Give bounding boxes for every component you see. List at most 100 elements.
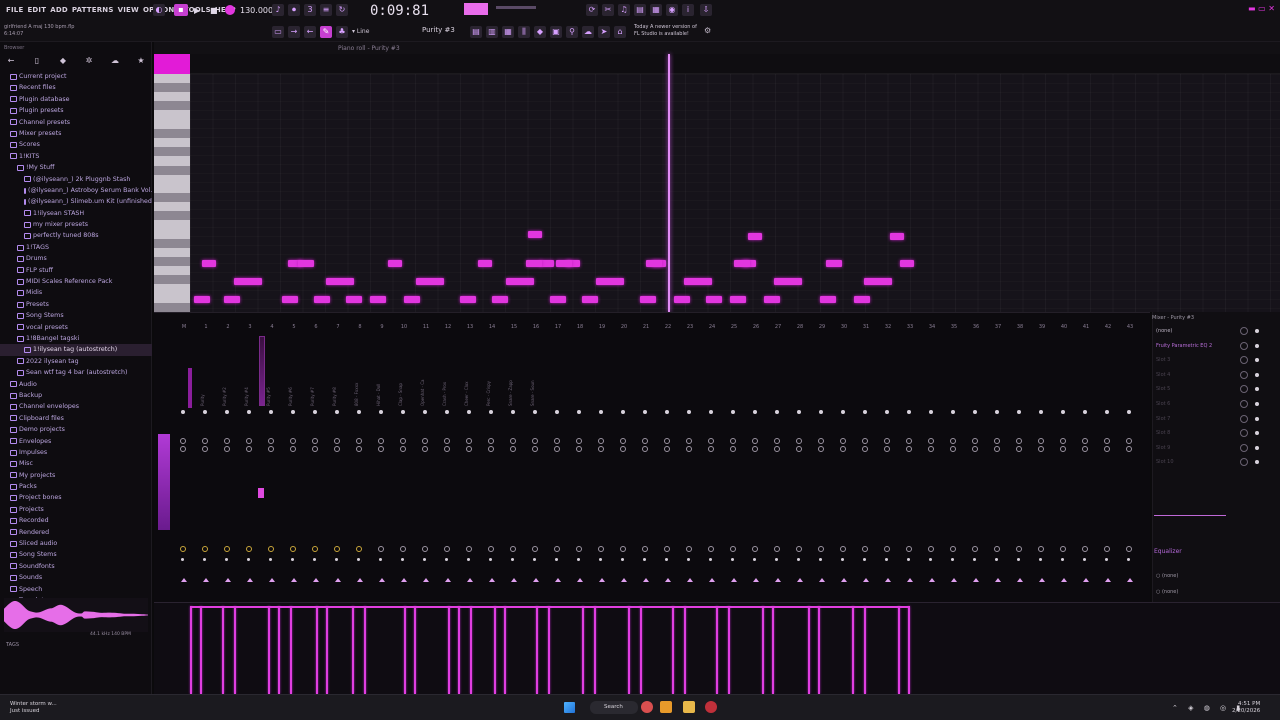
send-knob[interactable]: [1038, 546, 1044, 552]
line-mode[interactable]: ▾ Line: [352, 28, 369, 35]
route-button[interactable]: [885, 558, 888, 561]
route-arrow-icon[interactable]: [379, 578, 385, 582]
route-button[interactable]: [797, 558, 800, 561]
send-knob[interactable]: [972, 546, 978, 552]
mixer-strip[interactable]: Snare - Soun: [526, 336, 546, 598]
route-arrow-icon[interactable]: [885, 578, 891, 582]
browser-item[interactable]: Plugin presets: [0, 105, 152, 116]
pattern-selector[interactable]: Purity #3: [422, 26, 455, 34]
stereo-knob[interactable]: [642, 446, 648, 452]
route-button[interactable]: [247, 558, 250, 561]
route-button[interactable]: [643, 558, 646, 561]
slot-enable-button[interactable]: [1255, 445, 1259, 450]
mute-button[interactable]: [995, 410, 999, 414]
pan-knob[interactable]: [818, 438, 824, 444]
route-arrow-icon[interactable]: [401, 578, 407, 582]
route-button[interactable]: [467, 558, 470, 561]
send-knob[interactable]: [884, 546, 890, 552]
note[interactable]: [734, 260, 750, 267]
pan-knob[interactable]: [708, 438, 714, 444]
route-button[interactable]: [401, 558, 404, 561]
route-button[interactable]: [599, 558, 602, 561]
send-knob[interactable]: [1104, 546, 1110, 552]
mute-button[interactable]: [203, 410, 207, 414]
mute-button[interactable]: [599, 410, 603, 414]
mixer-strip[interactable]: [548, 336, 568, 598]
mixer-strip[interactable]: [900, 336, 920, 598]
route-button[interactable]: [577, 558, 580, 561]
route-button[interactable]: [379, 558, 382, 561]
touch-keyboard-icon[interactable]: ⚲: [566, 26, 578, 38]
pan-knob[interactable]: [378, 438, 384, 444]
route-button[interactable]: [775, 558, 778, 561]
view-mixer-icon[interactable]: ⫼: [518, 26, 530, 38]
pan-knob[interactable]: [730, 438, 736, 444]
route-arrow-icon[interactable]: [1017, 578, 1023, 582]
send-slot-1[interactable]: ○ (none): [1156, 571, 1266, 581]
note[interactable]: [900, 260, 914, 267]
route-button[interactable]: [841, 558, 844, 561]
mute-button[interactable]: [1083, 410, 1087, 414]
time-display[interactable]: 0:09:81: [370, 3, 429, 19]
route-button[interactable]: [181, 558, 184, 561]
note[interactable]: [826, 260, 842, 267]
slot-enable-button[interactable]: [1255, 343, 1259, 348]
wait-input-icon[interactable]: ⏺: [288, 4, 300, 16]
pan-knob[interactable]: [466, 438, 472, 444]
note[interactable]: [282, 296, 298, 303]
menu-file[interactable]: FILE: [4, 6, 25, 14]
note[interactable]: [646, 260, 662, 267]
pan-knob[interactable]: [774, 438, 780, 444]
cloud-icon[interactable]: ☁: [582, 26, 594, 38]
stereo-knob[interactable]: [730, 446, 736, 452]
mute-button[interactable]: [907, 410, 911, 414]
route-arrow-icon[interactable]: [709, 578, 715, 582]
browser-item[interactable]: Demo projects: [0, 424, 152, 435]
stereo-knob[interactable]: [334, 446, 340, 452]
mixer-strip[interactable]: [592, 336, 612, 598]
plugin-icon[interactable]: ◉: [666, 4, 678, 16]
mixer-strip[interactable]: [658, 336, 678, 598]
share-icon[interactable]: ➤: [598, 26, 610, 38]
mute-button[interactable]: [665, 410, 669, 414]
send-knob[interactable]: [378, 546, 384, 552]
mixer-strip[interactable]: [878, 336, 898, 598]
route-button[interactable]: [225, 558, 228, 561]
browser-item[interactable]: (@ilyseann_) 2k Pluggnb Stash: [0, 174, 152, 185]
send-knob[interactable]: [1016, 546, 1022, 552]
pan-knob[interactable]: [620, 438, 626, 444]
note[interactable]: [820, 296, 836, 303]
pan-knob[interactable]: [1082, 438, 1088, 444]
route-button[interactable]: [973, 558, 976, 561]
news-panel[interactable]: Today A newer version of FL Studio is av…: [634, 24, 697, 38]
browser-item[interactable]: Sounds: [0, 572, 152, 583]
browser-item[interactable]: 1!ilysean STASH: [0, 208, 152, 219]
mixer-strip[interactable]: [702, 336, 722, 598]
stereo-knob[interactable]: [598, 446, 604, 452]
send-knob[interactable]: [686, 546, 692, 552]
browser-star-icon[interactable]: ★: [134, 56, 148, 68]
note[interactable]: [596, 278, 624, 285]
send-knob[interactable]: [730, 546, 736, 552]
fl-studio-icon[interactable]: [660, 701, 672, 713]
note[interactable]: [478, 260, 492, 267]
route-button[interactable]: [687, 558, 690, 561]
send-knob[interactable]: [950, 546, 956, 552]
send-knob[interactable]: [510, 546, 516, 552]
browser-item[interactable]: Recorded: [0, 515, 152, 526]
browser-item[interactable]: Misc: [0, 458, 152, 469]
pan-knob[interactable]: [532, 438, 538, 444]
route-button[interactable]: [819, 558, 822, 561]
mute-button[interactable]: [423, 410, 427, 414]
brush-tool-icon[interactable]: ♣: [336, 26, 348, 38]
route-arrow-icon[interactable]: [313, 578, 319, 582]
draw-tool-icon[interactable]: ✎: [320, 26, 332, 38]
pan-knob[interactable]: [290, 438, 296, 444]
note[interactable]: [854, 296, 870, 303]
pan-knob[interactable]: [862, 438, 868, 444]
route-arrow-icon[interactable]: [841, 578, 847, 582]
mute-button[interactable]: [929, 410, 933, 414]
send-knob[interactable]: [554, 546, 560, 552]
send-knob[interactable]: [620, 546, 626, 552]
route-button[interactable]: [313, 558, 316, 561]
